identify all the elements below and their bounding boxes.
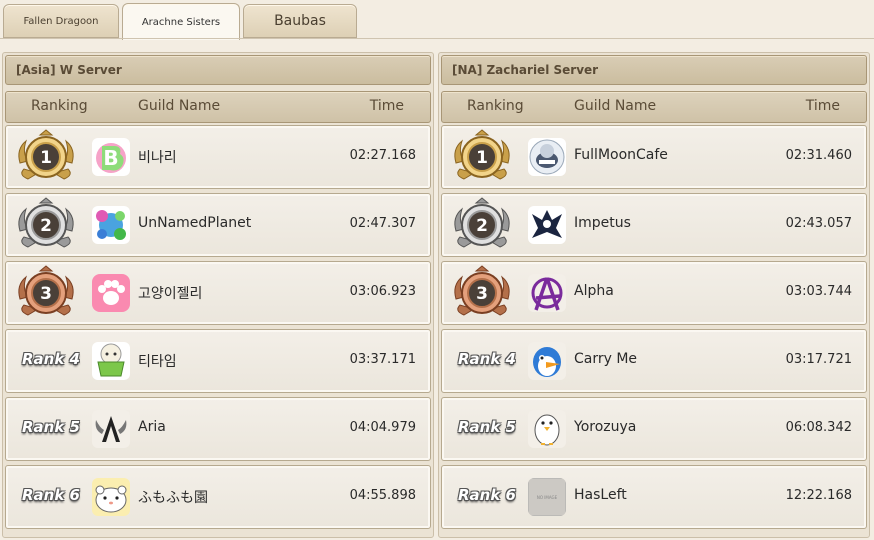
silver-medal-icon: 2 (448, 197, 516, 253)
ranking-row[interactable]: 1 B 비나리 02:27.168 (5, 125, 431, 189)
tab-label: Fallen Dragoon (23, 15, 99, 27)
ranking-row[interactable]: 2 Impetus 02:43.057 (441, 193, 867, 257)
ranking-row[interactable]: Rank 6 ふもふも園 04:55.898 (5, 465, 431, 529)
clear-time: 03:17.721 (785, 352, 852, 367)
clear-time: 02:43.057 (785, 216, 852, 231)
server-panel-asia: [Asia] W Server Ranking Guild Name Time … (2, 52, 434, 538)
guild-name: ふもふも園 (138, 490, 208, 506)
clear-time: 03:37.171 (349, 352, 416, 367)
rank-label: Rank 6 (22, 486, 80, 504)
svg-text:1: 1 (40, 148, 52, 168)
rank-label: Rank 5 (22, 418, 80, 436)
tab-label: Arachne Sisters (141, 16, 221, 28)
header-guild-name: Guild Name (574, 98, 657, 114)
guild-name: Yorozuya (574, 419, 637, 435)
gold-medal-icon: 1 (12, 129, 80, 185)
ranking-row[interactable]: Rank 4 티타임 03:37.171 (5, 329, 431, 393)
ranking-row[interactable]: Rank 5 Yorozuya 06:08.342 (441, 397, 867, 461)
tab-label: Baubas (274, 13, 326, 29)
ranking-row[interactable]: Rank 6 NO IMAGE HasLeft 12:22.168 (441, 465, 867, 529)
hamster-icon (92, 478, 130, 516)
ranking-row[interactable]: 1 FullMoonCafe 02:31.460 (441, 125, 867, 189)
bronze-medal-icon: 3 (448, 265, 516, 321)
bronze-medal-icon: 3 (12, 265, 80, 321)
guild-name: HasLeft (574, 487, 627, 503)
gold-medal-icon: 1 (448, 129, 516, 185)
svg-text:3: 3 (476, 284, 488, 304)
guild-name: UnNamedPlanet (138, 215, 252, 231)
clear-time: 03:06.923 (349, 284, 416, 299)
guild-name: FullMoonCafe (574, 147, 668, 163)
svg-text:NO IMAGE: NO IMAGE (537, 495, 558, 500)
ranking-row[interactable]: 2 UnNamedPlanet 02:47.307 (5, 193, 431, 257)
winged-a-icon (92, 410, 130, 448)
paw-icon (92, 274, 130, 312)
penguin-bird-icon (528, 342, 566, 380)
moon-cat-icon (528, 138, 566, 176)
rank-label: Rank 6 (458, 486, 516, 504)
clear-time: 06:08.342 (785, 420, 852, 435)
guild-name: 고양이젤리 (138, 286, 203, 302)
no-image-icon: NO IMAGE (528, 478, 566, 516)
header-ranking: Ranking (31, 98, 88, 114)
clear-time: 03:03.744 (785, 284, 852, 299)
tab-divider (0, 38, 874, 39)
rank-label: Rank 4 (22, 350, 80, 368)
server-title: [Asia] W Server (5, 55, 431, 85)
column-header: Ranking Guild Name Time (441, 91, 867, 123)
b-logo-icon: B (92, 138, 130, 176)
server-title: [NA] Zachariel Server (441, 55, 867, 85)
svg-text:3: 3 (40, 284, 52, 304)
phoenix-icon (528, 206, 566, 244)
clear-time: 04:04.979 (349, 420, 416, 435)
tab-arachne-sisters[interactable]: Arachne Sisters (122, 3, 240, 40)
clear-time: 02:27.168 (349, 148, 416, 163)
guild-name: Impetus (574, 215, 631, 231)
penguin-icon (528, 410, 566, 448)
server-panel-na: [NA] Zachariel Server Ranking Guild Name… (438, 52, 870, 538)
guild-name: 티타임 (138, 354, 177, 370)
svg-text:2: 2 (40, 216, 52, 236)
header-guild-name: Guild Name (138, 98, 221, 114)
clear-time: 04:55.898 (349, 488, 416, 503)
planet-flowers-icon (92, 206, 130, 244)
ranking-row[interactable]: 3 고양이젤리 03:06.923 (5, 261, 431, 325)
svg-text:B: B (103, 146, 118, 170)
silver-medal-icon: 2 (12, 197, 80, 253)
header-ranking: Ranking (467, 98, 524, 114)
guild-name: Aria (138, 419, 166, 435)
rank-label: Rank 4 (458, 350, 516, 368)
ranking-row[interactable]: Rank 4 Carry Me 03:17.721 (441, 329, 867, 393)
teacup-sheep-icon (92, 342, 130, 380)
header-time: Time (805, 98, 840, 114)
clear-time: 02:47.307 (349, 216, 416, 231)
header-time: Time (369, 98, 404, 114)
svg-text:1: 1 (476, 148, 488, 168)
guild-name: Carry Me (574, 351, 638, 367)
svg-text:2: 2 (476, 216, 488, 236)
tab-baubas[interactable]: Baubas (243, 4, 357, 38)
clear-time: 02:31.460 (785, 148, 852, 163)
clear-time: 12:22.168 (785, 488, 852, 503)
tab-fallen-dragoon[interactable]: Fallen Dragoon (3, 4, 119, 38)
ranking-row[interactable]: 3 Alpha 03:03.744 (441, 261, 867, 325)
guild-name: Alpha (574, 283, 614, 299)
column-header: Ranking Guild Name Time (5, 91, 431, 123)
ranking-row[interactable]: Rank 5 Aria 04:04.979 (5, 397, 431, 461)
rank-label: Rank 5 (458, 418, 516, 436)
anarchy-a-icon (528, 274, 566, 312)
guild-name: 비나리 (138, 150, 177, 166)
